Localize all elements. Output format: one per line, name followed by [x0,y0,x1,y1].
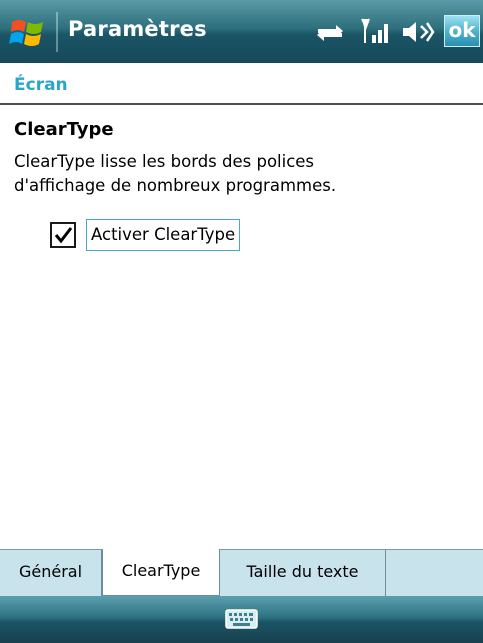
description-text: ClearType lisse les bords des polices d'… [14,150,474,198]
page-title: Écran [14,75,68,95]
cleartype-checkbox-label[interactable]: Activer ClearType [86,219,241,251]
header-divider [0,103,483,105]
description-line-2: d'affichage de nombreux programmes. [14,176,337,195]
title-bar: Paramètres ok [0,0,483,63]
title-separator [56,12,58,52]
windows-start-icon[interactable] [8,13,48,53]
volume-icon[interactable] [401,17,435,47]
tab-strip: Général ClearType Taille du texte [0,549,483,596]
data-sync-icon[interactable] [314,17,346,47]
tab-text-size[interactable]: Taille du texte [220,550,386,596]
signal-icon[interactable] [361,17,391,47]
app-title: Paramètres [68,17,207,41]
tab-general[interactable]: Général [0,550,102,596]
tab-cleartype[interactable]: ClearType [102,549,220,596]
checkmark-icon [54,227,73,244]
cleartype-checkbox[interactable] [50,222,76,248]
menu-bar [0,596,483,643]
keyboard-icon[interactable] [225,607,258,631]
ok-button[interactable]: ok [444,15,480,47]
description-line-1: ClearType lisse les bords des polices [14,152,315,171]
section-title: ClearType [14,119,114,140]
